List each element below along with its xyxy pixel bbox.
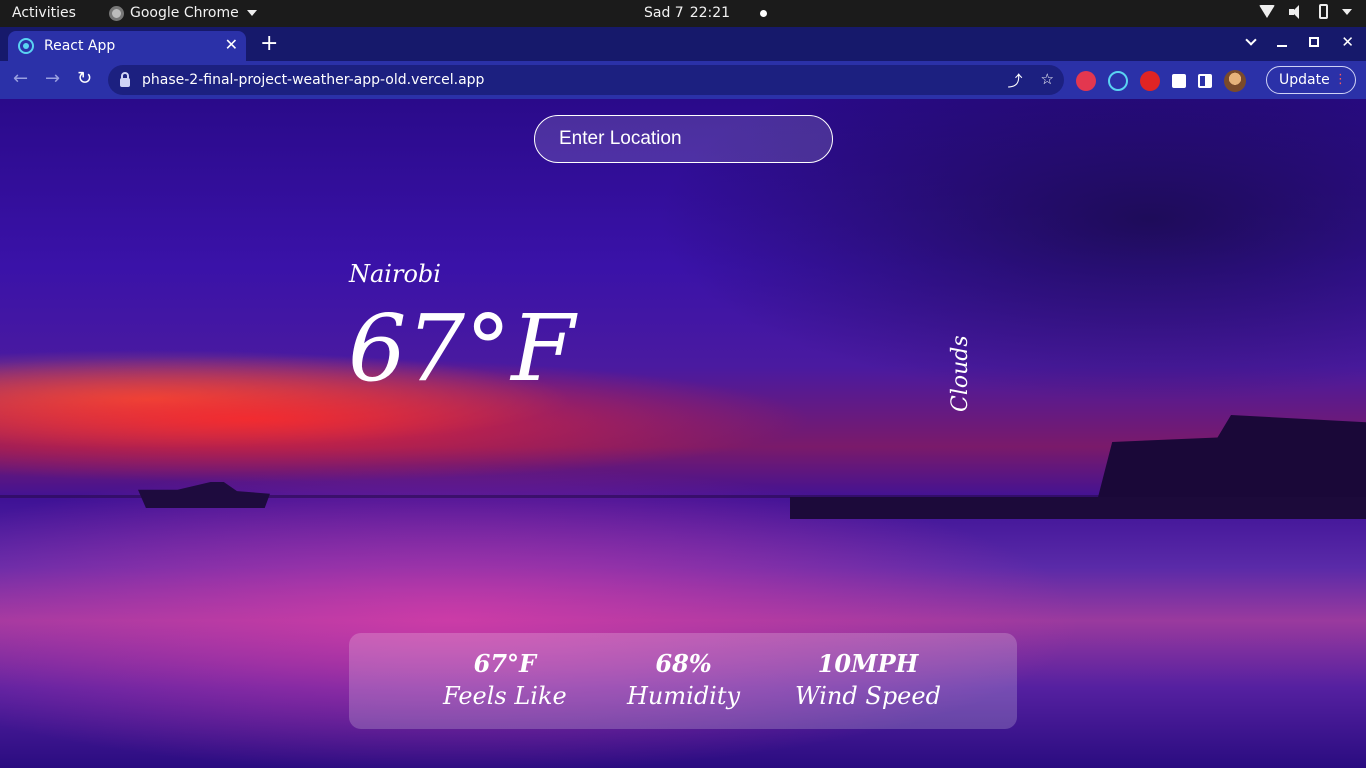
battery-icon — [1319, 4, 1328, 19]
address-bar[interactable]: phase-2-final-project-weather-app-old.ve… — [108, 65, 1064, 95]
background-boat — [138, 482, 270, 508]
clock-time: 22:21 — [689, 5, 731, 21]
feels-like-label: Feels Like — [443, 682, 567, 710]
clock-day: Sad 7 — [644, 5, 684, 21]
background-building — [1096, 415, 1366, 505]
location-name: Nairobi — [349, 260, 441, 288]
forward-icon[interactable]: → — [45, 69, 60, 89]
close-window-icon[interactable]: ✕ — [1341, 33, 1354, 51]
react-icon — [18, 38, 34, 54]
wifi-icon — [1259, 5, 1275, 18]
caret-down-icon — [1342, 8, 1352, 15]
update-label: Update — [1279, 72, 1330, 88]
tab-title: React App — [44, 38, 116, 54]
wind-speed-value: 10MPH — [817, 649, 919, 678]
close-tab-icon[interactable]: ✕ — [225, 35, 238, 54]
new-tab-button[interactable]: + — [260, 30, 278, 58]
share-icon[interactable]: ⤴ — [1008, 70, 1023, 91]
blocker-extension-icon[interactable] — [1140, 71, 1160, 91]
humidity-label: Humidity — [627, 682, 741, 710]
more-menu-icon[interactable]: ⋮ — [1334, 72, 1347, 88]
url-text[interactable]: phase-2-final-project-weather-app-old.ve… — [142, 72, 484, 88]
lock-icon[interactable] — [120, 71, 130, 87]
weather-description: Clouds — [948, 335, 973, 412]
update-button[interactable]: Update ⋮ — [1266, 66, 1356, 94]
browser-toolbar: ← → ↻ phase-2-final-project-weather-app-… — [0, 61, 1366, 99]
app-menu-label: Google Chrome — [130, 5, 239, 21]
background-pier — [790, 409, 1366, 519]
system-menu[interactable] — [1259, 4, 1352, 19]
current-temperature: 67°F — [348, 295, 575, 402]
window-controls: ✕ — [1245, 33, 1354, 51]
star-icon[interactable]: ☆ — [1041, 70, 1054, 91]
system-top-bar: Activities Google Chrome Sad 7 22:21 — [0, 0, 1366, 27]
humidity-value: 68% — [655, 649, 712, 678]
weather-app-page: Nairobi 67°F Clouds 67°F Feels Like 68% … — [0, 99, 1366, 768]
minimize-icon[interactable] — [1277, 45, 1288, 47]
extensions-row — [1076, 70, 1246, 92]
clock[interactable]: Sad 7 22:21 — [644, 5, 768, 21]
chrome-icon — [109, 5, 124, 21]
tab-strip: React App ✕ — [0, 27, 1366, 61]
location-search-input[interactable] — [534, 115, 833, 163]
back-icon[interactable]: ← — [13, 69, 28, 89]
tab-react-app[interactable]: React App ✕ — [8, 31, 246, 61]
reload-icon[interactable]: ↻ — [77, 69, 92, 89]
stat-wind-speed: 10MPH Wind Speed — [795, 649, 941, 713]
tab-search-chevron-icon[interactable] — [1245, 34, 1258, 46]
background-pier-deck — [790, 497, 1366, 519]
extension-puzzle-icon[interactable] — [1172, 74, 1186, 88]
avatar[interactable] — [1224, 70, 1246, 92]
caret-down-icon — [246, 10, 257, 16]
notification-dot-icon — [760, 9, 768, 17]
app-menu[interactable]: Google Chrome — [109, 5, 257, 21]
activities-button[interactable]: Activities — [12, 5, 76, 21]
stat-humidity: 68% Humidity — [627, 649, 740, 713]
side-panel-icon[interactable] — [1198, 74, 1212, 88]
wind-speed-label: Wind Speed — [795, 682, 941, 710]
feels-like-value: 67°F — [473, 649, 537, 678]
volume-icon — [1289, 4, 1305, 19]
recorder-extension-icon[interactable] — [1076, 71, 1096, 91]
react-devtools-icon[interactable] — [1108, 71, 1128, 91]
maximize-icon[interactable] — [1309, 37, 1320, 47]
weather-stats-card: 67°F Feels Like 68% Humidity 10MPH Wind … — [349, 633, 1017, 729]
stat-feels-like: 67°F Feels Like — [443, 649, 567, 713]
